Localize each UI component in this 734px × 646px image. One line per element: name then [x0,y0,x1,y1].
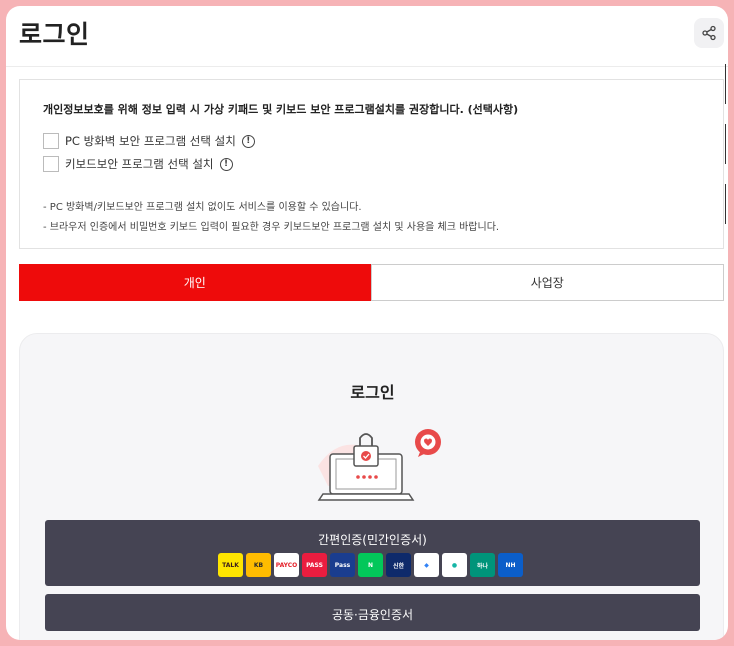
scrollbar-mark [725,64,726,104]
provider-nh-icon: NH [498,553,523,577]
app-frame: 로그인 개인정보보호를 위해 정보 입력 시 가상 키패드 및 키보드 보안 프… [6,6,728,640]
info-icon[interactable]: ! [241,134,255,148]
share-icon [702,25,716,41]
notice-title: 개인정보보호를 위해 정보 입력 시 가상 키패드 및 키보드 보안 프로그램설… [43,103,519,116]
provider-shinhan-icon: 신한 [386,553,411,577]
laptop-lock-icon [317,429,441,501]
scrollbar-mark [725,124,726,164]
firewall-checkbox[interactable] [43,133,59,149]
provider-payco-icon: PAYCO [274,553,299,577]
keyboard-security-option[interactable]: 키보드보안 프로그램 선택 설치 ! [43,156,233,172]
login-panel: 로그인 간편인증(민간인증서) TALK KB PAYCO PASS Pass N 신한 ◆ ●… [19,333,724,640]
provider-icons: TALK KB PAYCO PASS Pass N 신한 ◆ ● 하나 NH [218,553,523,577]
scrollbar-mark [725,184,726,224]
login-panel-title: 로그인 [350,383,395,402]
security-notice: 개인정보보호를 위해 정보 입력 시 가상 키패드 및 키보드 보안 프로그램설… [19,79,724,249]
firewall-option-label: PC 방화벽 보안 프로그램 선택 설치 [65,134,236,148]
provider-hana-icon: 하나 [470,553,495,577]
certificate-login-button[interactable]: 공동·금융인증서 [45,594,700,631]
login-type-tabs: 개인 사업장 [19,264,724,301]
simple-auth-label: 간편인증(민간인증서) [318,533,427,547]
provider-kb-icon: KB [246,553,271,577]
page-title: 로그인 [19,20,90,49]
simple-auth-button[interactable]: 간편인증(민간인증서) TALK KB PAYCO PASS Pass N 신한 ◆ ● 하나 NH [45,520,700,586]
share-button[interactable] [694,18,724,48]
provider-bank-salad-icon: ● [442,553,467,577]
provider-naver-icon: N [358,553,383,577]
provider-toss-icon: ◆ [414,553,439,577]
keyboard-security-option-label: 키보드보안 프로그램 선택 설치 [65,157,214,171]
header-divider [6,66,728,67]
notice-note: - 브라우저 인증에서 비밀번호 키보드 입력이 필요한 경우 키보드보안 프로… [43,222,500,233]
keyboard-security-checkbox[interactable] [43,156,59,172]
notice-note: - PC 방화벽/키보드보안 프로그램 설치 없이도 서비스를 이용할 수 있습… [43,202,362,213]
header: 로그인 [6,6,728,66]
tab-business[interactable]: 사업장 [370,264,724,301]
certificate-login-label: 공동·금융인증서 [331,608,414,622]
provider-samsung-pass-icon: Pass [330,553,355,577]
info-icon[interactable]: ! [219,157,233,171]
provider-kakao-icon: TALK [218,553,243,577]
firewall-option[interactable]: PC 방화벽 보안 프로그램 선택 설치 ! [43,133,255,149]
provider-pass-icon: PASS [302,553,327,577]
tab-personal[interactable]: 개인 [19,264,371,301]
